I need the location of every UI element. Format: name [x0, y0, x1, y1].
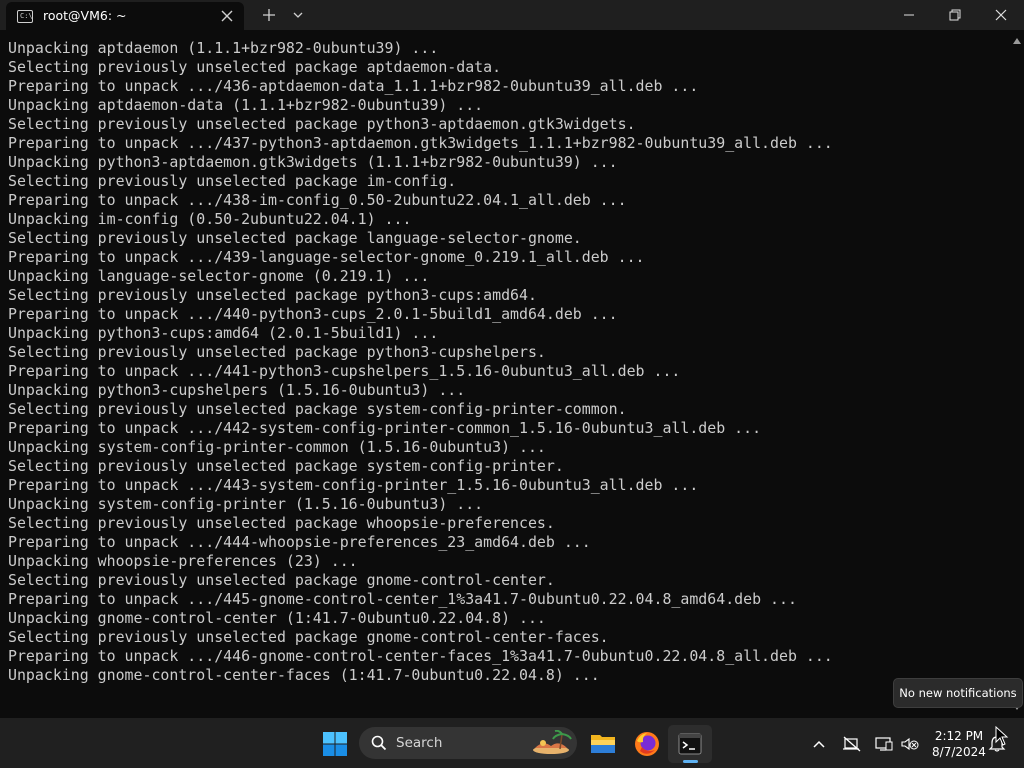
mouse-cursor-icon — [995, 726, 1009, 746]
search-icon — [371, 735, 387, 751]
start-windows-icon[interactable] — [322, 731, 348, 757]
terminal-line: Unpacking python3-aptdaemon.gtk3widgets … — [8, 153, 618, 171]
display-icon[interactable] — [874, 736, 894, 752]
terminal-line: Preparing to unpack .../442-system-confi… — [8, 419, 762, 437]
terminal-line: Unpacking python3-cups:amd64 (2.0.1-5bui… — [8, 324, 439, 342]
terminal-line: Unpacking language-selector-gnome (0.219… — [8, 267, 430, 285]
title-bar: C:\ root@VM6: ~ — [0, 0, 1024, 30]
search-label: Search — [396, 735, 443, 751]
new-tab-icon[interactable] — [259, 5, 279, 25]
terminal-icon-text: C:\ — [20, 12, 33, 20]
terminal-line: Preparing to unpack .../439-language-sel… — [8, 248, 645, 266]
taskbar-search-box[interactable]: Search — [359, 727, 577, 759]
terminal-line: Unpacking whoopsie-preferences (23) ... — [8, 552, 358, 570]
firefox-icon[interactable] — [634, 731, 660, 757]
terminal-line: Preparing to unpack .../445-gnome-contro… — [8, 590, 797, 608]
terminal-line: Selecting previously unselected package … — [8, 286, 537, 304]
close-tab-icon[interactable] — [219, 8, 235, 24]
terminal-line: Unpacking gnome-control-center-faces (1:… — [8, 666, 600, 684]
terminal-line: Preparing to unpack .../440-python3-cups… — [8, 305, 618, 323]
terminal-line: Selecting previously unselected package … — [8, 514, 555, 532]
terminal-line: Unpacking system-config-printer (1.5.16-… — [8, 495, 484, 513]
terminal-line: Preparing to unpack .../443-system-confi… — [8, 476, 699, 494]
scroll-up-arrow-icon[interactable] — [1013, 38, 1021, 44]
terminal-line: Selecting previously unselected package … — [8, 172, 457, 190]
clock-date: 8/7/2024 — [932, 745, 986, 759]
terminal-line: Unpacking im-config (0.50-2ubuntu22.04.1… — [8, 210, 412, 228]
restore-icon[interactable] — [932, 0, 978, 30]
terminal-line: Preparing to unpack .../436-aptdaemon-da… — [8, 77, 699, 95]
terminal-line: Selecting previously unselected package … — [8, 400, 627, 418]
close-window-icon[interactable] — [978, 0, 1024, 30]
terminal-line: Selecting previously unselected package … — [8, 229, 582, 247]
terminal-line: Preparing to unpack .../444-whoopsie-pre… — [8, 533, 591, 551]
active-app-indicator — [683, 760, 698, 763]
terminal-line: Preparing to unpack .../438-im-config_0.… — [8, 191, 627, 209]
network-disconnected-icon[interactable] — [842, 736, 862, 752]
terminal-line: Unpacking system-config-printer-common (… — [8, 438, 546, 456]
terminal-scrollbar[interactable] — [1010, 30, 1024, 718]
file-explorer-icon[interactable] — [590, 731, 616, 755]
terminal-app-icon — [678, 733, 702, 755]
terminal-line: Preparing to unpack .../441-python3-cups… — [8, 362, 681, 380]
terminal-line: Preparing to unpack .../437-python3-aptd… — [8, 134, 833, 152]
terminal-line: Selecting previously unselected package … — [8, 115, 636, 133]
terminal-line: Preparing to unpack .../446-gnome-contro… — [8, 647, 833, 665]
terminal-line: Selecting previously unselected package … — [8, 457, 564, 475]
tab-title: root@VM6: ~ — [43, 8, 127, 23]
search-highlight-icon — [533, 730, 572, 754]
terminal-icon: C:\ — [17, 10, 33, 23]
terminal-line: Selecting previously unselected package … — [8, 58, 502, 76]
terminal-line: Unpacking gnome-control-center (1:41.7-0… — [8, 609, 546, 627]
terminal-line: Unpacking aptdaemon (1.1.1+bzr982-0ubunt… — [8, 39, 439, 57]
clock-time: 2:12 PM — [934, 729, 984, 743]
taskbar-clock[interactable]: 2:12 PM 8/7/2024 — [926, 728, 992, 760]
notifications-tooltip: No new notifications — [893, 678, 1023, 708]
terminal-line: Selecting previously unselected package … — [8, 571, 555, 589]
terminal-output[interactable]: Unpacking aptdaemon (1.1.1+bzr982-0ubunt… — [0, 30, 1010, 718]
volume-muted-icon[interactable] — [900, 736, 920, 752]
terminal-line: Unpacking python3-cupshelpers (1.5.16-0u… — [8, 381, 466, 399]
show-hidden-icons-chevron-icon[interactable] — [811, 737, 827, 751]
terminal-line: Unpacking aptdaemon-data (1.1.1+bzr982-0… — [8, 96, 484, 114]
minimize-icon[interactable] — [886, 0, 932, 30]
terminal-line: Selecting previously unselected package … — [8, 343, 546, 361]
terminal-line: Selecting previously unselected package … — [8, 628, 609, 646]
terminal-tab[interactable]: C:\ root@VM6: ~ — [6, 2, 244, 30]
dropdown-chevron-icon[interactable] — [288, 5, 308, 25]
